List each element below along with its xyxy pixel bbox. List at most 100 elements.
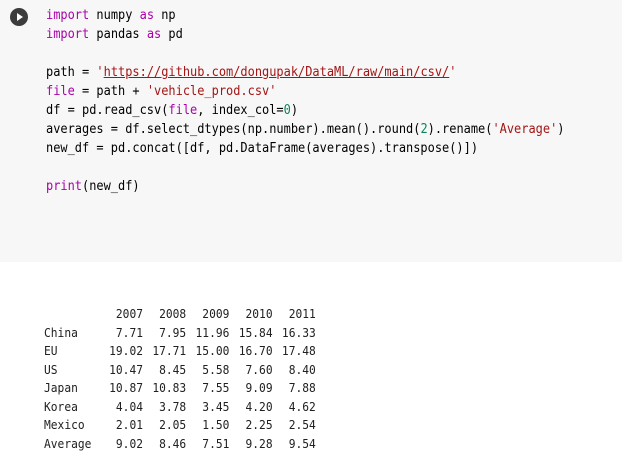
code-token: (new_df) — [82, 179, 140, 194]
table-row: Japan 10.87 10.83 7.55 9.09 7.88 — [44, 379, 316, 398]
code-token: , index_col= — [197, 103, 284, 118]
code-token: = path + — [74, 84, 147, 99]
column-header: 2011 — [288, 306, 316, 321]
run-cell-button[interactable] — [10, 8, 28, 26]
row-index: US — [44, 361, 58, 377]
code-token: pandas — [89, 27, 147, 42]
code-token: print — [46, 179, 83, 194]
table-cell: 1.50 — [202, 417, 230, 432]
table-cell: 2.25 — [245, 417, 273, 432]
code-token: path = — [46, 65, 97, 80]
code-token: pd — [161, 27, 183, 42]
table-cell: 4.62 — [288, 398, 316, 414]
table-row: China 7.71 7.95 11.96 15.84 16.33 — [44, 324, 316, 343]
code-token: 'vehicle_prod.csv' — [146, 84, 277, 99]
table-row: Korea 4.04 3.78 3.45 4.20 4.62 — [44, 398, 316, 417]
code-line[interactable]: new_df = pd.concat([df, pd.DataFrame(ave… — [46, 139, 564, 158]
code-cell[interactable]: import numpy as np import pandas as pd pa… — [0, 0, 622, 262]
table-cell: 16.70 — [238, 343, 273, 358]
code-line[interactable]: import numpy as np — [46, 6, 564, 25]
table-cell: 10.47 — [109, 361, 143, 377]
code-token: ).rename( — [427, 122, 493, 137]
table-cell: 5.58 — [202, 361, 230, 377]
table-cell: 9.02 — [115, 435, 143, 451]
table-cell: 7.71 — [115, 324, 143, 340]
output-table: 2007 2008 2009 2010 2011 China 7.71 7.95 11.96 1… — [44, 305, 316, 453]
table-cell: 7.88 — [288, 380, 316, 395]
row-index: Average — [44, 435, 92, 451]
table-row: EU 19.02 17.71 15.00 16.70 17.48 — [44, 342, 316, 361]
code-line[interactable]: averages = df.select_dtypes(np.number).m… — [46, 120, 564, 139]
column-header: 2007 — [115, 306, 143, 321]
row-index: Korea — [44, 398, 78, 414]
table-row: US 10.47 8.45 5.58 7.60 8.40 — [44, 361, 316, 380]
table-cell: 15.00 — [195, 343, 230, 358]
table-cell: 4.20 — [245, 398, 273, 414]
table-cell: 16.33 — [281, 324, 316, 340]
cell-gutter — [0, 0, 40, 262]
code-token: import — [46, 8, 90, 23]
table-cell: 8.45 — [159, 361, 187, 377]
code-token: ) — [557, 122, 565, 137]
table-cell: 9.54 — [288, 435, 316, 451]
code-token: new_df = pd.concat([df, pd.DataFrame(ave… — [46, 141, 479, 156]
table-cell: 2.54 — [288, 417, 316, 432]
code-token: 'Average' — [492, 122, 558, 137]
code-link[interactable]: https://github.com/dongupak/DataML/raw/m… — [104, 65, 450, 80]
table-row: Average 9.02 8.46 7.51 9.28 9.54 — [44, 435, 316, 454]
code-line[interactable]: path = 'https://github.com/dongupak/Data… — [46, 63, 564, 82]
code-line[interactable] — [46, 44, 564, 63]
table-cell: 4.04 — [115, 398, 143, 414]
row-index: Mexico — [44, 417, 85, 432]
table-cell: 7.51 — [202, 435, 230, 451]
code-line[interactable]: print(new_df) — [46, 177, 564, 196]
code-token: ) — [290, 103, 299, 118]
column-header: 2010 — [245, 306, 273, 321]
code-editor[interactable]: import numpy as np import pandas as pd pa… — [40, 0, 622, 262]
table-cell: 10.87 — [109, 380, 143, 395]
code-text[interactable]: import numpy as np import pandas as pd pa… — [46, 6, 564, 196]
table-cell: 8.46 — [159, 435, 187, 451]
code-token: numpy — [89, 8, 140, 23]
code-token: np — [154, 8, 176, 23]
play-circle-icon — [17, 13, 23, 21]
code-line[interactable]: df = pd.read_csv(file, index_col=0) — [46, 101, 564, 120]
table-row: Mexico 2.01 2.05 1.50 2.25 2.54 — [44, 416, 316, 435]
code-token: averages = df.select_dtypes(np.number).m… — [46, 122, 421, 137]
table-cell: 17.48 — [281, 343, 316, 358]
code-line[interactable]: import pandas as pd — [46, 25, 564, 44]
table-cell: 7.55 — [202, 380, 230, 395]
table-cell: 3.78 — [159, 398, 187, 414]
row-index: Japan — [44, 380, 78, 395]
code-line[interactable] — [46, 158, 564, 177]
table-cell: 3.45 — [202, 398, 230, 414]
code-token: import — [46, 27, 90, 42]
table-cell: 9.28 — [245, 435, 273, 451]
code-token: file — [46, 84, 75, 99]
table-cell: 19.02 — [109, 343, 143, 358]
code-token: as — [146, 27, 162, 42]
code-token: file — [168, 103, 198, 118]
row-index: EU — [44, 343, 58, 358]
table-cell: 8.40 — [288, 361, 316, 377]
table-cell: 11.96 — [195, 324, 230, 340]
table-cell: 2.01 — [115, 417, 143, 432]
table-cell: 17.71 — [152, 343, 187, 358]
column-header: 2008 — [159, 306, 187, 321]
column-header: 2009 — [202, 306, 230, 321]
code-token: 2 — [420, 122, 428, 137]
table-cell: 2.05 — [159, 417, 187, 432]
code-token: df = pd.read_csv( — [46, 103, 169, 118]
table-cell: 10.83 — [152, 380, 187, 395]
code-token: ' — [449, 65, 457, 80]
row-index: China — [44, 324, 78, 340]
index-header — [44, 305, 100, 324]
code-line[interactable]: file = path + 'vehicle_prod.csv' — [46, 82, 564, 101]
table-cell: 7.95 — [159, 324, 187, 340]
code-token: ' — [96, 65, 104, 80]
output-header-row: 2007 2008 2009 2010 2011 — [44, 305, 316, 324]
table-cell: 9.09 — [245, 380, 273, 395]
cell-output: 2007 2008 2009 2010 2011 China 7.71 7.95 11.96 1… — [44, 268, 316, 472]
code-token: as — [139, 8, 155, 23]
table-cell: 15.84 — [238, 324, 273, 340]
